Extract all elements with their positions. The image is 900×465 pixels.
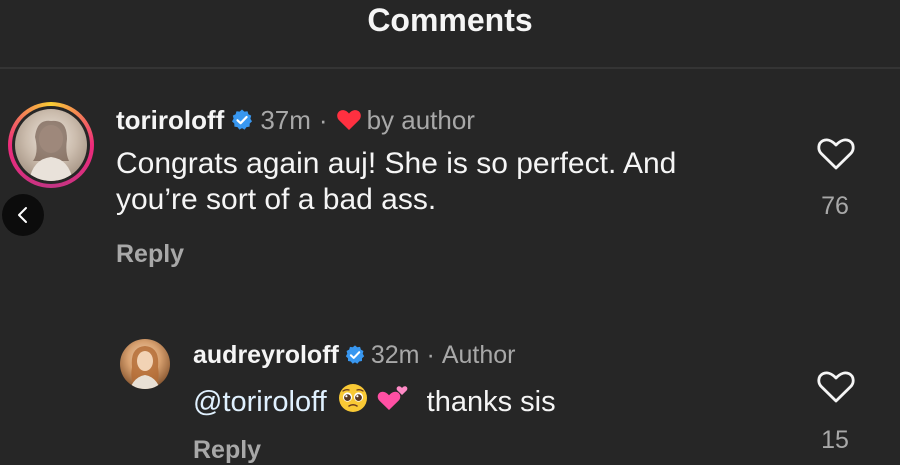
- reply-like-count: 15: [821, 426, 849, 454]
- chevron-left-icon: [18, 207, 27, 223]
- comment-meta: toriroloff 37m · by author: [116, 104, 475, 136]
- meta-separator: ·: [318, 104, 328, 135]
- reply-reply-button[interactable]: Reply: [193, 436, 261, 465]
- comment-username[interactable]: toriroloff: [116, 105, 224, 136]
- liked-by-author-label: by author: [366, 104, 475, 135]
- reply-meta: audreyroloff 32m · Author: [193, 340, 516, 370]
- comment-text-line-1: Congrats again auj! She is so perfect. A…: [116, 147, 677, 180]
- reply-username[interactable]: audreyroloff: [193, 341, 339, 370]
- verified-badge-icon: [344, 344, 366, 366]
- reply-text: @toriroloff thanks sis: [193, 382, 556, 422]
- comment-like-count: 76: [821, 192, 849, 220]
- avatar-photo-icon: [29, 120, 73, 181]
- header-divider: [0, 67, 900, 69]
- comments-header: Comments: [0, 0, 900, 40]
- page-title: Comments: [367, 1, 533, 38]
- author-badge: Author: [441, 340, 516, 369]
- reply-text-body: thanks sis: [426, 386, 556, 418]
- commenter-avatar-story-ring[interactable]: [8, 102, 94, 188]
- reply-avatar[interactable]: [120, 339, 170, 389]
- pleading-face-emoji-icon: [337, 382, 369, 422]
- heart-outline-icon[interactable]: [816, 135, 856, 171]
- heart-filled-icon: [336, 108, 362, 132]
- reply-timestamp: 32m: [370, 340, 420, 369]
- two-hearts-emoji-icon: [375, 382, 411, 422]
- comment-reply-button[interactable]: Reply: [116, 240, 184, 269]
- back-button[interactable]: [2, 194, 44, 236]
- meta-separator: ·: [426, 340, 435, 369]
- reply-mention-link[interactable]: @toriroloff: [193, 385, 327, 419]
- comment-text: Congrats again auj! She is so perfect. A…: [116, 146, 676, 218]
- heart-outline-icon[interactable]: [816, 368, 856, 404]
- commenter-avatar[interactable]: [15, 109, 87, 181]
- avatar-photo-icon: [130, 346, 160, 389]
- comment-text-line-2: you’re sort of a bad ass.: [116, 183, 437, 216]
- comment-timestamp: 37m: [260, 104, 311, 135]
- verified-badge-icon: [230, 108, 254, 132]
